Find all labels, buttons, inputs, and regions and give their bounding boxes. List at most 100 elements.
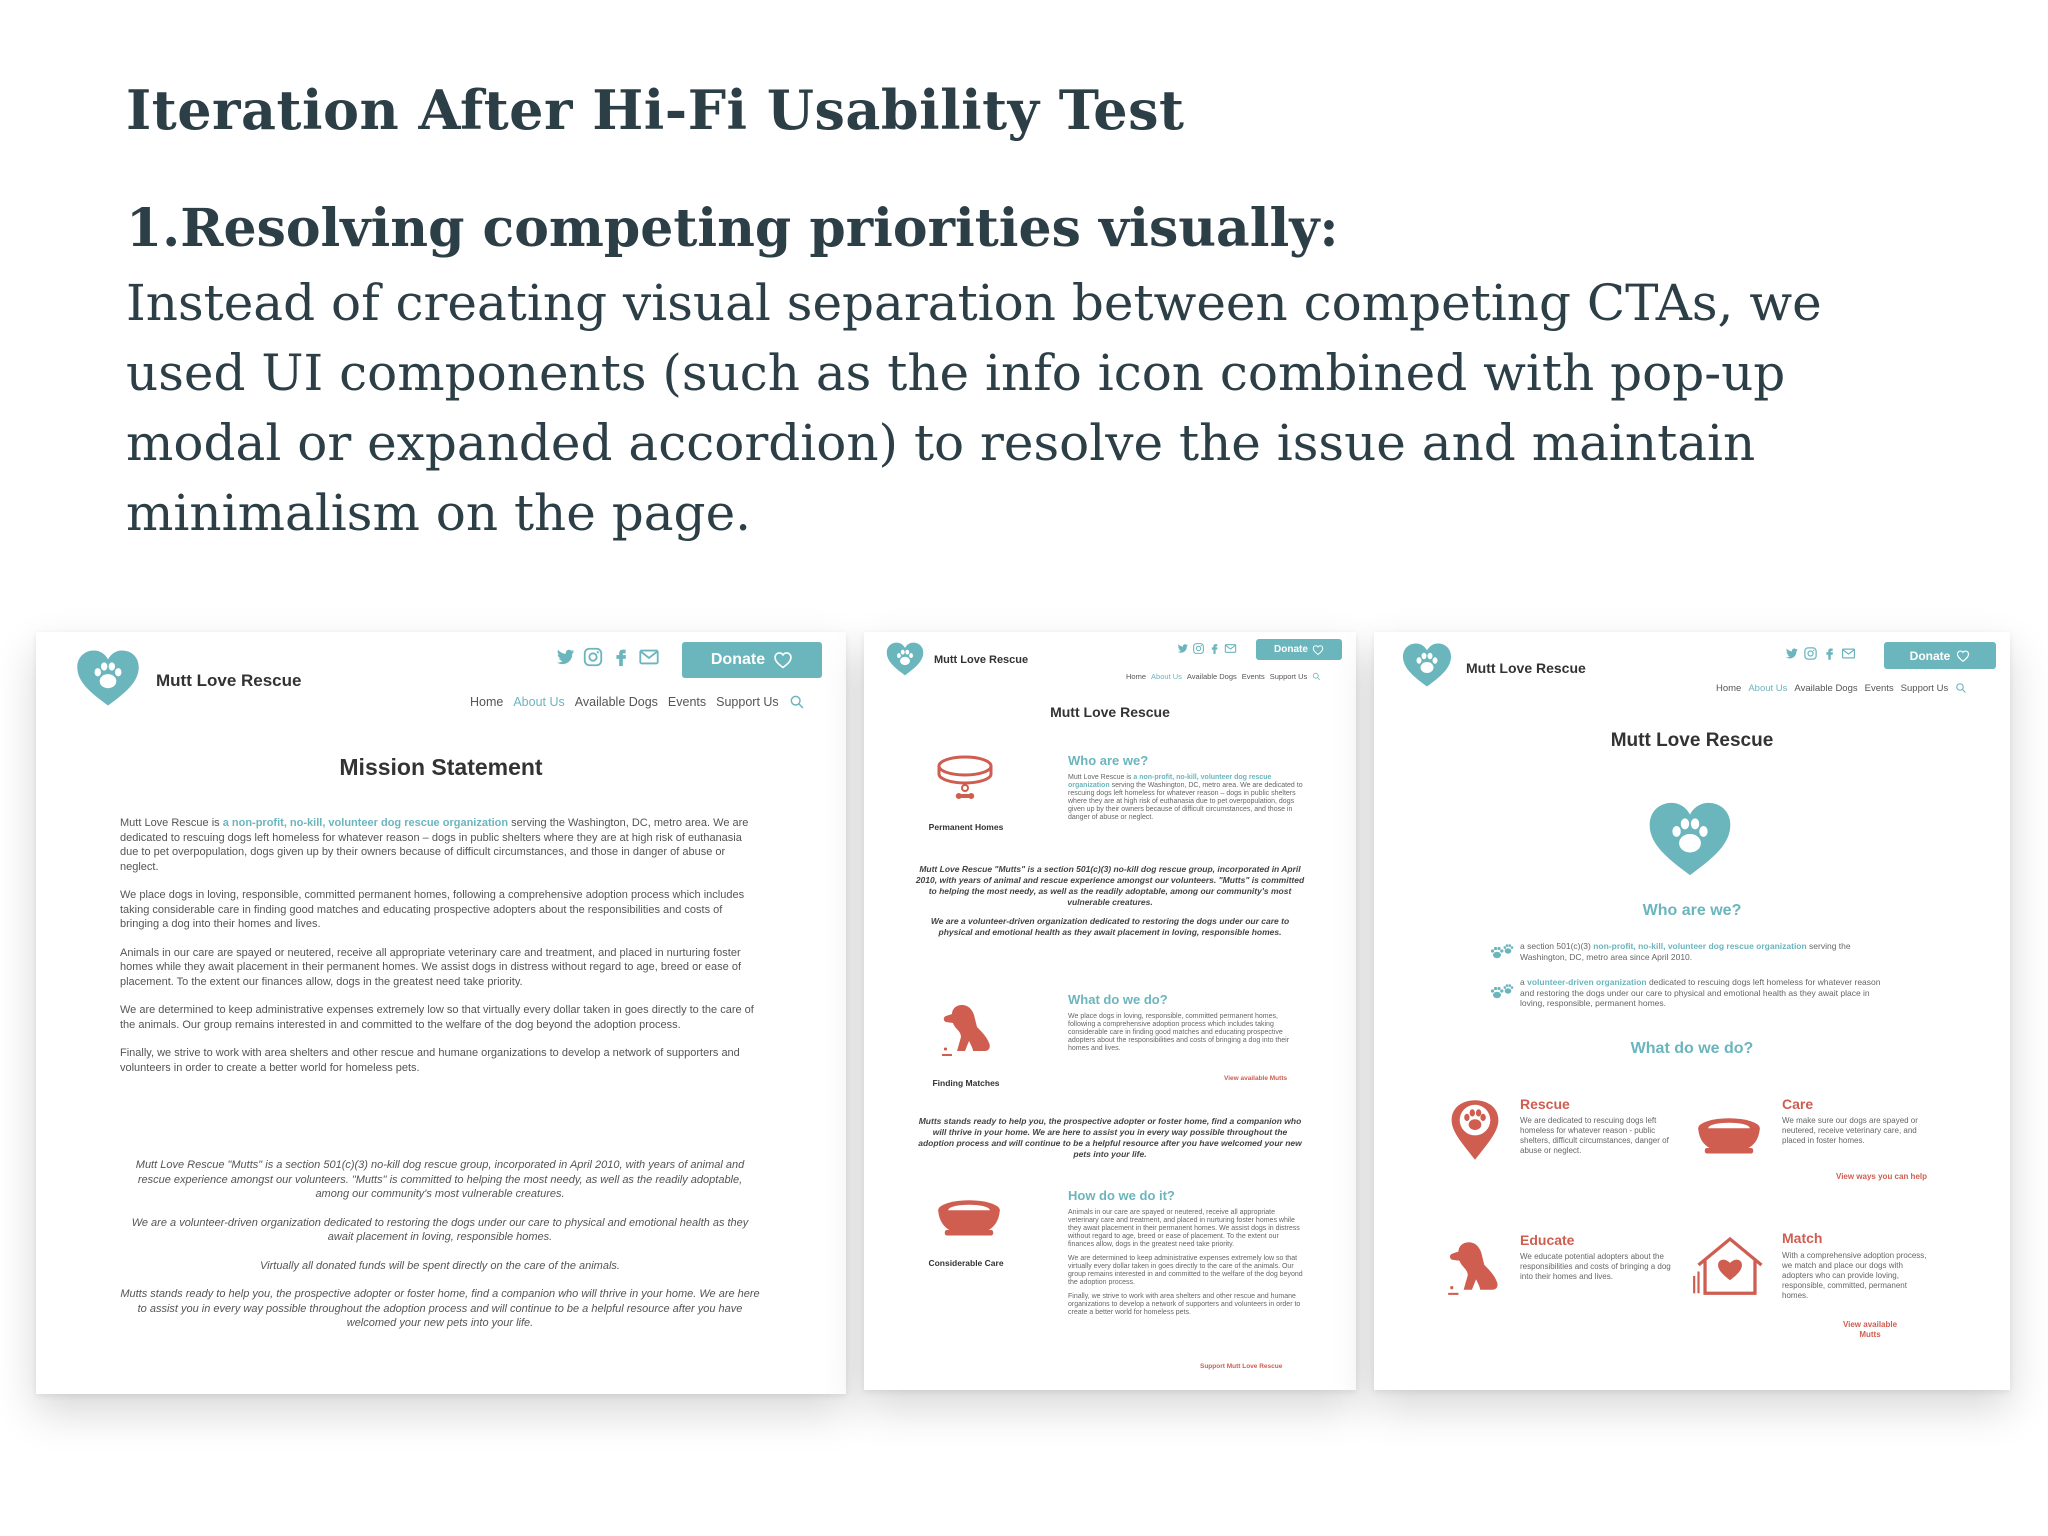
view-available-mutts-link[interactable]: View available Mutts <box>1840 1320 1900 1340</box>
nav-about-us[interactable]: About Us <box>1748 683 1787 694</box>
what-do-we-do-title: What do we do? <box>1068 992 1168 1007</box>
heart-paw-logo-icon[interactable] <box>76 646 140 710</box>
care-title: Care <box>1782 1096 1814 1112</box>
brand-name[interactable]: Mutt Love Rescue <box>1466 660 1586 676</box>
quote-paragraph: Mutt Love Rescue "Mutts" is a section 50… <box>135 1159 745 1200</box>
search-icon[interactable] <box>1955 682 1967 694</box>
twitter-icon[interactable] <box>554 646 576 668</box>
nav-available-dogs[interactable]: Available Dogs <box>1187 672 1237 681</box>
main-nav: Home About Us Available Dogs Events Supp… <box>1126 672 1321 681</box>
mission-paragraph: Animals in our care are spayed or neuter… <box>120 946 742 988</box>
donate-button[interactable]: Donate <box>682 642 822 678</box>
mail-icon[interactable] <box>1841 646 1856 661</box>
volunteer-link[interactable]: volunteer-driven organization <box>1527 977 1647 987</box>
dog-icon <box>1444 1230 1506 1304</box>
mail-icon[interactable] <box>638 646 660 668</box>
nav-home[interactable]: Home <box>1126 672 1146 681</box>
facebook-icon[interactable] <box>1208 642 1221 655</box>
mission-heading: Mission Statement <box>339 754 543 780</box>
instagram-icon[interactable] <box>1803 646 1818 661</box>
nav-home[interactable]: Home <box>470 695 503 709</box>
care-text: We make sure our dogs are spayed or neut… <box>1782 1116 1918 1145</box>
quote-paragraph: Mutts stands ready to help you, the pros… <box>120 1288 760 1329</box>
who-are-we-title[interactable]: Who are we? <box>1374 902 2010 920</box>
twitter-icon[interactable] <box>1784 646 1799 661</box>
quote-paragraph: Mutt Love Rescue "Mutts" is a section 50… <box>915 864 1305 907</box>
quote-paragraph: We are a volunteer-driven organization d… <box>131 1216 749 1244</box>
nav-home[interactable]: Home <box>1716 683 1741 694</box>
nav-events[interactable]: Events <box>1865 683 1894 694</box>
heart-outline-icon <box>1312 644 1324 656</box>
location-paw-icon <box>1448 1098 1502 1162</box>
heart-outline-icon <box>1956 649 1970 663</box>
brand-name[interactable]: Mutt Love Rescue <box>156 671 301 691</box>
view-ways-to-help-link[interactable]: View ways you can help <box>1836 1172 1927 1181</box>
match-title: Match <box>1782 1230 1823 1246</box>
search-icon[interactable] <box>1312 672 1321 681</box>
twitter-icon[interactable] <box>1176 642 1189 655</box>
paw-prints-icon <box>1490 982 1514 1002</box>
who-are-we-title: Who are we? <box>1068 753 1149 768</box>
instagram-icon[interactable] <box>1192 642 1205 655</box>
nav-about-us[interactable]: About Us <box>513 695 564 709</box>
heart-paw-icon <box>1648 800 1732 878</box>
nav-available-dogs[interactable]: Available Dogs <box>1794 683 1857 694</box>
page-heading: Mutt Love Rescue <box>1050 704 1170 720</box>
what-do-we-do-text: We place dogs in loving, responsible, co… <box>1068 1013 1290 1052</box>
how-do-we-do-it-title: How do we do it? <box>1068 1188 1175 1203</box>
instagram-icon[interactable] <box>582 646 604 668</box>
heart-paw-logo-icon[interactable] <box>886 640 924 678</box>
support-link[interactable]: Support Mutt Love Rescue <box>1200 1363 1282 1370</box>
finding-matches-label: Finding Matches <box>932 1078 1000 1088</box>
what-do-we-do-title[interactable]: What do we do? <box>1374 1040 2010 1058</box>
donate-label: Donate <box>1274 644 1308 655</box>
facebook-icon[interactable] <box>1822 646 1837 661</box>
nav-support-us[interactable]: Support Us <box>1270 672 1308 681</box>
brand-name[interactable]: Mutt Love Rescue <box>934 654 1028 666</box>
who-are-we-text: Mutt Love Rescue is a non-profit, no-kil… <box>1068 774 1303 821</box>
facebook-icon[interactable] <box>610 646 632 668</box>
how-do-we-do-it-text: Animals in our care are spayed or neuter… <box>1068 1209 1304 1317</box>
heart-paw-logo-icon[interactable] <box>1402 640 1452 690</box>
donate-button[interactable]: Donate <box>1884 642 1996 669</box>
quote-block: Mutt Love Rescue "Mutts" is a section 50… <box>914 864 1306 938</box>
dog-icon <box>938 992 998 1066</box>
org-link[interactable]: a non-profit, no-kill, volunteer dog res… <box>223 817 508 829</box>
section-subheading: 1.Resolving competing priorities visuall… <box>126 198 1339 259</box>
donate-button[interactable]: Donate <box>1256 639 1342 660</box>
bowl-icon <box>1696 1114 1762 1160</box>
search-icon[interactable] <box>789 694 805 710</box>
quote-paragraph: We are a volunteer-driven organization d… <box>930 916 1290 937</box>
bowl-icon <box>936 1196 1002 1242</box>
rescue-title: Rescue <box>1520 1096 1570 1112</box>
nav-support-us[interactable]: Support Us <box>716 695 779 709</box>
considerable-care-label: Considerable Care <box>928 1258 1004 1268</box>
nav-available-dogs[interactable]: Available Dogs <box>575 695 658 709</box>
mission-paragraph: We are determined to keep administrative… <box>120 1004 754 1031</box>
house-heart-icon <box>1692 1230 1768 1300</box>
nav-events[interactable]: Events <box>1242 672 1265 681</box>
heart-outline-icon <box>773 650 793 670</box>
mockup-icon-sections: Mutt Love Rescue Donate Home About Us Av… <box>864 632 1356 1390</box>
view-available-mutts-link[interactable]: View available Mutts <box>1224 1075 1287 1082</box>
mockup-mission-statement: Mutt Love Rescue Donate Home About Us Av… <box>36 632 846 1394</box>
mission-quotes: Mutt Love Rescue "Mutts" is a section 50… <box>120 1158 760 1331</box>
nav-about-us[interactable]: About Us <box>1151 672 1182 681</box>
how-paragraph: We are determined to keep administrative… <box>1068 1255 1303 1286</box>
main-nav: Home About Us Available Dogs Events Supp… <box>470 694 805 710</box>
mission-paragraph: We place dogs in loving, responsible, co… <box>120 889 745 930</box>
donate-label: Donate <box>1909 648 1951 663</box>
rescue-text: We are dedicated to rescuing dogs left h… <box>1520 1116 1669 1155</box>
nav-events[interactable]: Events <box>668 695 706 709</box>
quote-paragraph: Virtually all donated funds will be spen… <box>260 1259 620 1272</box>
permanent-homes-label: Permanent Homes <box>928 822 1004 832</box>
how-paragraph: Animals in our care are spayed or neuter… <box>1068 1209 1300 1248</box>
educate-title: Educate <box>1520 1232 1575 1248</box>
donate-label: Donate <box>710 651 766 668</box>
org-link[interactable]: non-profit, no-kill, volunteer dog rescu… <box>1593 941 1806 951</box>
mockup-accordion-grid: Mutt Love Rescue Donate Home About Us Av… <box>1374 632 2010 1390</box>
nav-support-us[interactable]: Support Us <box>1901 683 1949 694</box>
who-bullet-2: a volunteer-driven organization dedicate… <box>1520 977 1881 1008</box>
mission-body: Mutt Love Rescue is a non-profit, no-kil… <box>120 816 760 1075</box>
mail-icon[interactable] <box>1224 642 1237 655</box>
